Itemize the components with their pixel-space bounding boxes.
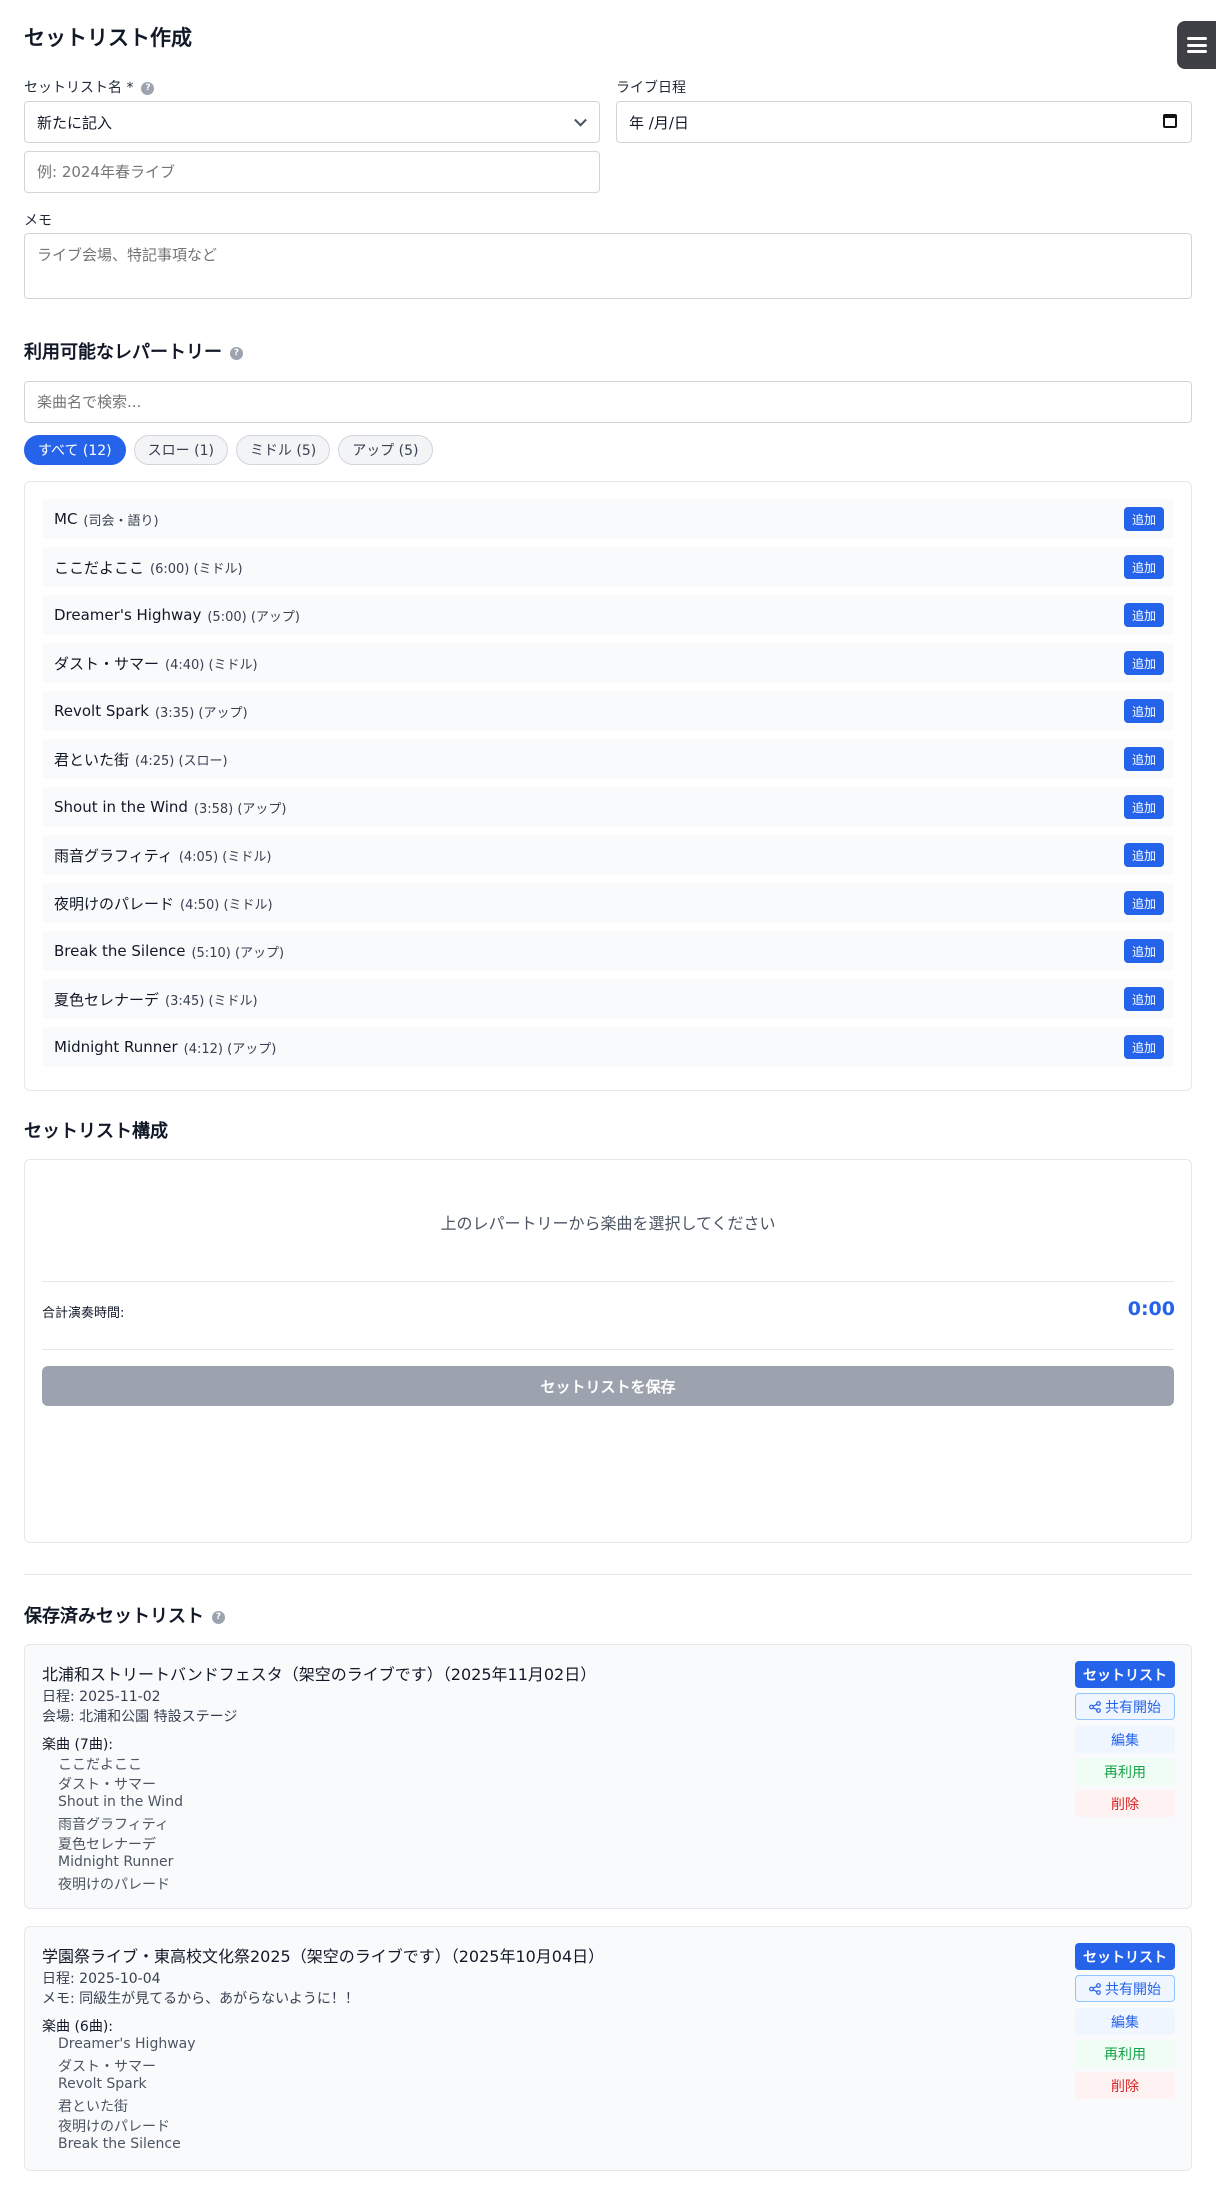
- repertoire-item: 君といた街 (4:25) (スロー) 追加: [42, 739, 1174, 779]
- share-icon: [1089, 1982, 1101, 1995]
- saved-song: ダスト・サマー: [58, 2059, 156, 2075]
- saved-setlist-songs-label: 楽曲 (6曲):: [42, 2019, 113, 2035]
- saved-setlist-card: 学園祭ライブ・東高校文化祭2025（架空のライブです）（2025年10月04日）…: [24, 1926, 1192, 2171]
- repertoire-item: MC (司会・語り) 追加: [42, 499, 1174, 539]
- reuse-button[interactable]: 再利用: [1075, 2040, 1175, 2067]
- view-setlist-button[interactable]: セットリスト: [1075, 1661, 1175, 1688]
- repertoire-item: ここだよここ (6:00) (ミドル) 追加: [42, 547, 1174, 587]
- date-input[interactable]: 年 /月/日: [616, 101, 1192, 143]
- add-button[interactable]: 追加: [1124, 555, 1164, 579]
- repertoire-list: MC (司会・語り) 追加 ここだよここ (6:00) (ミドル) 追加 Dreamer…: [24, 481, 1192, 1091]
- saved-song: 夜明けのパレード: [58, 1877, 170, 1893]
- saved-heading: 保存済みセットリスト?: [24, 1602, 225, 1628]
- hamburger-icon: [1187, 37, 1207, 53]
- saved-setlist-note: メモ: 同級生が見てるから、あがらないように！！: [42, 1991, 359, 2007]
- chevron-down-icon: [574, 113, 587, 127]
- share-icon: [1089, 1700, 1101, 1713]
- repertoire-item: Midnight Runner (4:12) (アップ) 追加: [42, 1027, 1174, 1067]
- saved-setlist-card: 北浦和ストリートバンドフェスタ（架空のライブです）（2025年11月02日） 日…: [24, 1644, 1192, 1909]
- repertoire-item: Break the Silence (5:10) (アップ) 追加: [42, 931, 1174, 971]
- add-button[interactable]: 追加: [1124, 1035, 1164, 1059]
- saved-setlist-date: 日程: 2025-11-02: [42, 1689, 161, 1705]
- setlist-heading: セットリスト構成: [24, 1121, 168, 1142]
- saved-setlist-title: 北浦和ストリートバンドフェスタ（架空のライブです）（2025年11月02日）: [42, 1665, 597, 1684]
- saved-song: 夜明けのパレード: [58, 2119, 170, 2135]
- saved-song: Revolt Spark: [58, 2076, 147, 2092]
- date-label: ライブ日程: [616, 80, 686, 96]
- setlist-panel: 上のレパートリーから楽曲を選択してください 合計演奏時間: 0:00 セットリス…: [24, 1159, 1192, 1543]
- saved-song: Midnight Runner: [58, 1854, 174, 1870]
- add-button[interactable]: 追加: [1124, 891, 1164, 915]
- saved-song: 夏色セレナーデ: [58, 1837, 156, 1853]
- saved-song: 雨音グラフィティ: [58, 1817, 169, 1833]
- saved-song: Break the Silence: [58, 2136, 181, 2152]
- edit-button[interactable]: 編集: [1075, 2008, 1175, 2035]
- menu-button[interactable]: [1177, 21, 1216, 69]
- add-button[interactable]: 追加: [1124, 747, 1164, 771]
- view-setlist-button[interactable]: セットリスト: [1075, 1943, 1175, 1970]
- repertoire-item: Revolt Spark (3:35) (アップ) 追加: [42, 691, 1174, 731]
- add-button[interactable]: 追加: [1124, 699, 1164, 723]
- repertoire-item: 夏色セレナーデ (3:45) (ミドル) 追加: [42, 979, 1174, 1019]
- delete-button[interactable]: 削除: [1075, 1790, 1175, 1817]
- add-button[interactable]: 追加: [1124, 507, 1164, 531]
- section-divider: [24, 1574, 1192, 1575]
- saved-setlist-songs-label: 楽曲 (7曲):: [42, 1737, 113, 1753]
- saved-song: 君といた街: [58, 2099, 128, 2115]
- song-search-input[interactable]: [24, 381, 1192, 423]
- add-button[interactable]: 追加: [1124, 651, 1164, 675]
- repertoire-item: 雨音グラフィティ (4:05) (ミドル) 追加: [42, 835, 1174, 875]
- save-setlist-button[interactable]: セットリストを保存: [42, 1366, 1174, 1406]
- help-icon[interactable]: ?: [141, 81, 155, 95]
- filter-up[interactable]: アップ (5): [338, 435, 433, 465]
- saved-song: Shout in the Wind: [58, 1794, 183, 1810]
- page-title: セットリスト作成: [24, 26, 192, 50]
- help-icon[interactable]: ?: [212, 1610, 225, 1624]
- setlist-name-select[interactable]: 新たに記入: [24, 101, 600, 143]
- filter-all[interactable]: すべて (12): [24, 435, 126, 465]
- repertoire-item: ダスト・サマー (4:40) (ミドル) 追加: [42, 643, 1174, 683]
- filter-slow[interactable]: スロー (1): [133, 435, 228, 465]
- filter-middle[interactable]: ミドル (5): [235, 435, 331, 465]
- setlist-name-input[interactable]: [24, 151, 600, 193]
- repertoire-item: 夜明けのパレード (4:50) (ミドル) 追加: [42, 883, 1174, 923]
- repertoire-heading: 利用可能なレパートリー?: [24, 338, 243, 364]
- saved-song: Dreamer's Highway: [58, 2036, 196, 2052]
- repertoire-item: Dreamer's Highway (5:00) (アップ) 追加: [42, 595, 1174, 635]
- setlist-name-label: セットリスト名 *?: [24, 77, 155, 97]
- add-button[interactable]: 追加: [1124, 843, 1164, 867]
- divider: [42, 1281, 1174, 1282]
- memo-label: メモ: [24, 213, 52, 229]
- saved-setlist-title: 学園祭ライブ・東高校文化祭2025（架空のライブです）（2025年10月04日）: [42, 1947, 605, 1966]
- page: セットリスト作成 セットリスト名 *? 新たに記入 ライブ日程 年 /月/日 メ…: [0, 0, 1216, 2196]
- add-button[interactable]: 追加: [1124, 795, 1164, 819]
- help-icon[interactable]: ?: [230, 346, 243, 360]
- divider: [42, 1349, 1174, 1350]
- add-button[interactable]: 追加: [1124, 603, 1164, 627]
- delete-button[interactable]: 削除: [1075, 2072, 1175, 2099]
- memo-textarea[interactable]: [24, 233, 1192, 299]
- empty-message: 上のレパートリーから楽曲を選択してください: [440, 1214, 776, 1233]
- reuse-button[interactable]: 再利用: [1075, 1758, 1175, 1785]
- saved-song: ここだよここ: [58, 1757, 142, 1773]
- share-button[interactable]: 共有開始: [1075, 1693, 1175, 1720]
- share-button[interactable]: 共有開始: [1075, 1975, 1175, 2002]
- add-button[interactable]: 追加: [1124, 939, 1164, 963]
- edit-button[interactable]: 編集: [1075, 1726, 1175, 1753]
- add-button[interactable]: 追加: [1124, 987, 1164, 1011]
- calendar-icon[interactable]: [1163, 114, 1177, 128]
- total-time-value: 0:00: [1127, 1298, 1175, 1320]
- tempo-filter-tabs: すべて (12) スロー (1) ミドル (5) アップ (5): [24, 435, 433, 465]
- repertoire-item: Shout in the Wind (3:58) (アップ) 追加: [42, 787, 1174, 827]
- saved-song: ダスト・サマー: [58, 1777, 156, 1793]
- saved-setlist-note: 会場: 北浦和公園 特設ステージ: [42, 1709, 238, 1725]
- total-time-label: 合計演奏時間:: [42, 1306, 125, 1321]
- saved-setlist-date: 日程: 2025-10-04: [42, 1971, 161, 1987]
